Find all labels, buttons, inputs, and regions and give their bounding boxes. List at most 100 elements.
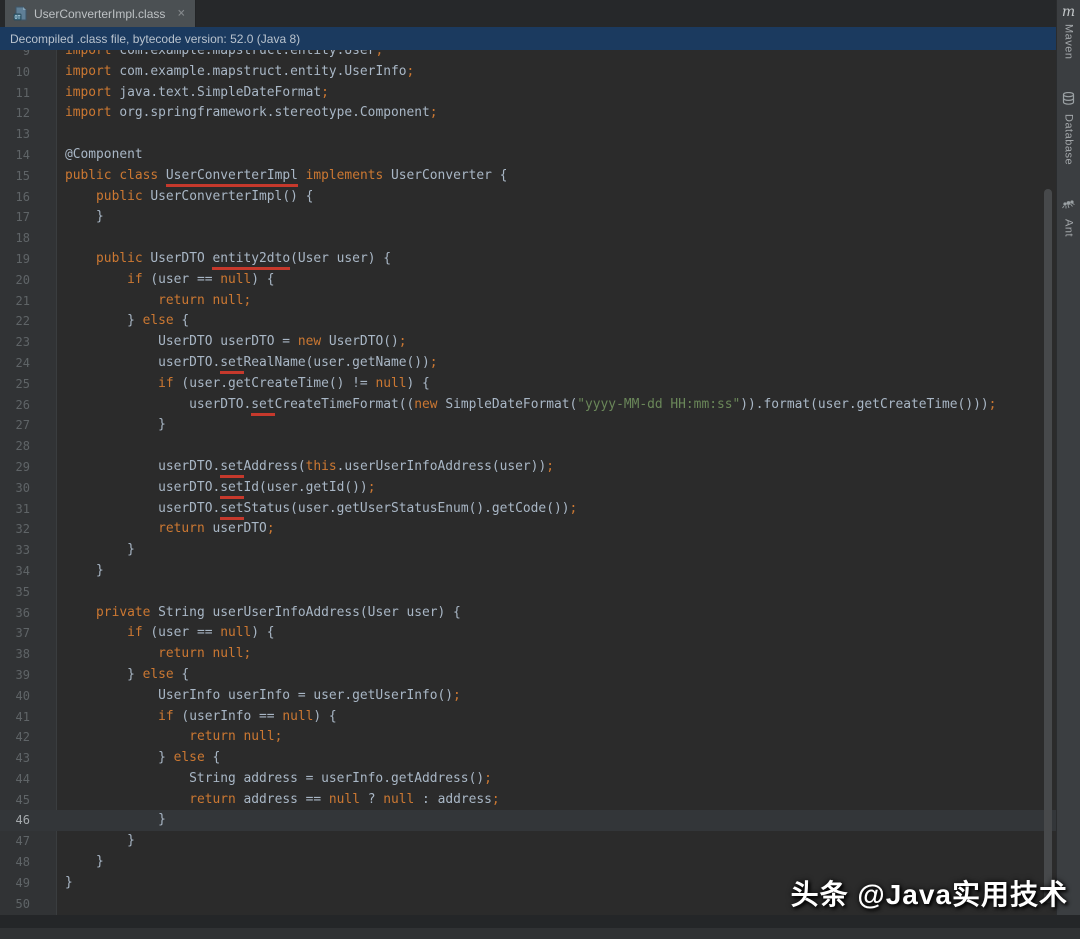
line-number[interactable]: 14	[0, 145, 30, 166]
code-line[interactable]: 26 userDTO.setCreateTimeFormat((new Simp…	[0, 395, 1056, 416]
code-line[interactable]: 39 } else {	[0, 665, 1056, 686]
code-text: UserInfo userInfo = user.getUserInfo();	[30, 686, 461, 707]
line-number[interactable]: 31	[0, 499, 30, 520]
line-number[interactable]: 42	[0, 727, 30, 748]
tab-userconverterimpl[interactable]: OT UserConverterImpl.class ×	[5, 0, 196, 27]
code-line[interactable]: 28	[0, 436, 1056, 457]
line-number[interactable]: 24	[0, 353, 30, 374]
code-line[interactable]: 20 if (user == null) {	[0, 270, 1056, 291]
code-line[interactable]: 17 }	[0, 207, 1056, 228]
line-number[interactable]: 46	[0, 810, 30, 831]
code-text: public UserConverterImpl() {	[30, 187, 313, 208]
code-line[interactable]: 42 return null;	[0, 727, 1056, 748]
line-number[interactable]: 48	[0, 852, 30, 873]
code-line[interactable]: 19 public UserDTO entity2dto(User user) …	[0, 249, 1056, 270]
maven-icon: m	[1062, 5, 1075, 19]
line-number[interactable]: 44	[0, 769, 30, 790]
code-text: } else {	[30, 665, 189, 686]
line-number[interactable]: 21	[0, 291, 30, 312]
line-number[interactable]: 27	[0, 415, 30, 436]
line-number[interactable]: 12	[0, 103, 30, 124]
code-line[interactable]: 32 return userDTO;	[0, 519, 1056, 540]
line-number[interactable]: 49	[0, 873, 30, 894]
sidebar-item-label: Maven	[1063, 24, 1075, 60]
code-line[interactable]: 33 }	[0, 540, 1056, 561]
sidebar-item-maven[interactable]: m Maven	[1062, 5, 1075, 60]
code-line[interactable]: 30 userDTO.setId(user.getId());	[0, 478, 1056, 499]
vertical-scrollbar-thumb[interactable]	[1044, 189, 1052, 903]
code-line[interactable]: 10import com.example.mapstruct.entity.Us…	[0, 62, 1056, 83]
code-line[interactable]: 43 } else {	[0, 748, 1056, 769]
line-number[interactable]: 15	[0, 166, 30, 187]
line-number[interactable]: 28	[0, 436, 30, 457]
code-text: return null;	[30, 727, 282, 748]
line-number[interactable]: 33	[0, 540, 30, 561]
code-line[interactable]: 45 return address == null ? null : addre…	[0, 790, 1056, 811]
code-line[interactable]: 16 public UserConverterImpl() {	[0, 187, 1056, 208]
line-number[interactable]: 47	[0, 831, 30, 852]
code-line[interactable]: 31 userDTO.setStatus(user.getUserStatusE…	[0, 499, 1056, 520]
line-number[interactable]: 32	[0, 519, 30, 540]
tab-close-icon[interactable]: ×	[177, 7, 185, 20]
sidebar-item-database[interactable]: Database	[1062, 90, 1075, 165]
line-number[interactable]: 30	[0, 478, 30, 499]
code-line[interactable]: 23 UserDTO userDTO = new UserDTO();	[0, 332, 1056, 353]
code-line[interactable]: 34 }	[0, 561, 1056, 582]
code-line[interactable]: 48 }	[0, 852, 1056, 873]
line-number[interactable]: 50	[0, 894, 30, 915]
line-number[interactable]: 45	[0, 790, 30, 811]
line-number[interactable]: 43	[0, 748, 30, 769]
code-line[interactable]: 15public class UserConverterImpl impleme…	[0, 166, 1056, 187]
code-line[interactable]: 38 return null;	[0, 644, 1056, 665]
code-line[interactable]: 25 if (user.getCreateTime() != null) {	[0, 374, 1056, 395]
line-number[interactable]: 18	[0, 228, 30, 249]
line-number[interactable]: 37	[0, 623, 30, 644]
line-number[interactable]: 38	[0, 644, 30, 665]
line-number[interactable]: 17	[0, 207, 30, 228]
code-text: if (user == null) {	[30, 623, 275, 644]
line-number[interactable]: 34	[0, 561, 30, 582]
code-line[interactable]: 36 private String userUserInfoAddress(Us…	[0, 603, 1056, 624]
code-line[interactable]: 12import org.springframework.stereotype.…	[0, 103, 1056, 124]
class-file-icon: OT	[13, 6, 28, 21]
line-number[interactable]: 20	[0, 270, 30, 291]
code-line[interactable]: 13	[0, 124, 1056, 145]
line-number[interactable]: 23	[0, 332, 30, 353]
code-line[interactable]: 27 }	[0, 415, 1056, 436]
line-number[interactable]: 25	[0, 374, 30, 395]
line-number[interactable]: 26	[0, 395, 30, 416]
line-number[interactable]: 40	[0, 686, 30, 707]
code-line[interactable]: 46 }	[0, 810, 1056, 831]
line-number[interactable]: 39	[0, 665, 30, 686]
sidebar-item-ant[interactable]: Ant	[1062, 195, 1075, 237]
line-number[interactable]: 19	[0, 249, 30, 270]
code-line[interactable]: 18	[0, 228, 1056, 249]
line-number[interactable]: 36	[0, 603, 30, 624]
code-line[interactable]: 41 if (userInfo == null) {	[0, 707, 1056, 728]
code-line[interactable]: 35	[0, 582, 1056, 603]
line-number[interactable]: 41	[0, 707, 30, 728]
code-text: } else {	[30, 748, 220, 769]
code-line[interactable]: 29 userDTO.setAddress(this.userUserInfoA…	[0, 457, 1056, 478]
code-line[interactable]: 40 UserInfo userInfo = user.getUserInfo(…	[0, 686, 1056, 707]
line-number[interactable]: 11	[0, 83, 30, 104]
code-text: private String userUserInfoAddress(User …	[30, 603, 461, 624]
line-number[interactable]: 22	[0, 311, 30, 332]
code-text: }	[30, 810, 166, 831]
code-line[interactable]: 21 return null;	[0, 291, 1056, 312]
code-text: }	[30, 852, 104, 873]
code-line[interactable]: 44 String address = userInfo.getAddress(…	[0, 769, 1056, 790]
code-line[interactable]: 22 } else {	[0, 311, 1056, 332]
code-line[interactable]: 37 if (user == null) {	[0, 623, 1056, 644]
code-text: }	[30, 873, 73, 894]
line-number[interactable]: 35	[0, 582, 30, 603]
code-line[interactable]: 24 userDTO.setRealName(user.getName());	[0, 353, 1056, 374]
code-line[interactable]: 47 }	[0, 831, 1056, 852]
code-line[interactable]: 14@Component	[0, 145, 1056, 166]
line-number[interactable]: 16	[0, 187, 30, 208]
line-number[interactable]: 13	[0, 124, 30, 145]
code-line[interactable]: 11import java.text.SimpleDateFormat;	[0, 83, 1056, 104]
line-number[interactable]: 10	[0, 62, 30, 83]
ide-window: 9import com.example.mapstruct.entity.Use…	[0, 0, 1080, 939]
line-number[interactable]: 29	[0, 457, 30, 478]
